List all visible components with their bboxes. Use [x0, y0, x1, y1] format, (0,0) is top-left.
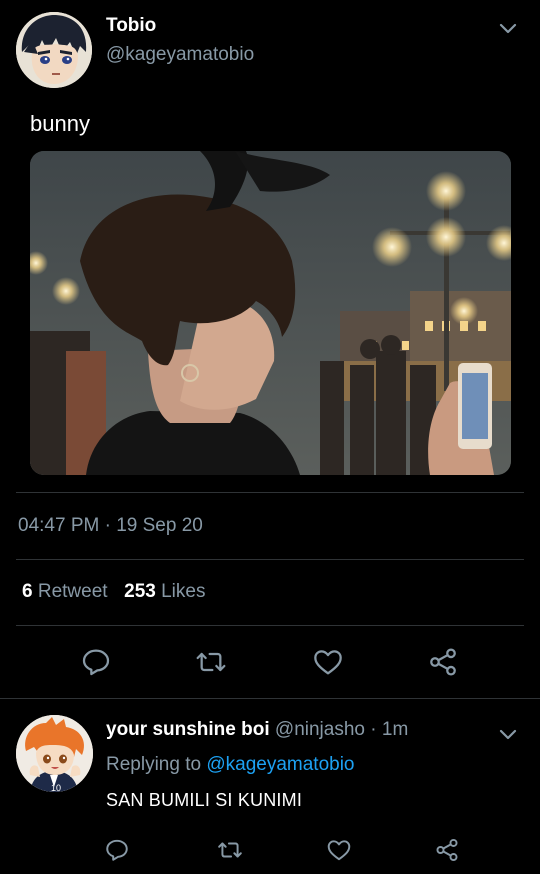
retweet-button[interactable]	[193, 644, 229, 680]
share-icon	[436, 838, 458, 862]
reply-author-handle[interactable]: @ninjasho	[275, 719, 365, 740]
tweet-header: Tobio @kageyamatobio	[0, 0, 540, 100]
avatar-illustration: 10	[16, 715, 93, 792]
avatar-illustration	[16, 12, 92, 88]
reply-share-button[interactable]	[430, 833, 464, 867]
retweet-count: 6	[22, 581, 33, 602]
share-icon	[430, 648, 456, 676]
replying-to-line: Replying to @kageyamatobio	[106, 754, 355, 776]
share-button[interactable]	[425, 644, 461, 680]
retweet-stat[interactable]: 6 Retweet	[22, 581, 113, 602]
reply-text: SAN BUMILI SI KUNIMI	[106, 790, 303, 810]
tweet-detail-screen: Tobio @kageyamatobio bunny 04:47 PM · 19…	[0, 0, 540, 874]
reply-header: your sunshine boi @ninjasho · 1m	[106, 719, 408, 741]
heart-icon	[314, 650, 342, 675]
reply-age: 1m	[381, 719, 409, 740]
author-handle[interactable]: @kageyamatobio	[106, 44, 254, 66]
author-name[interactable]: Tobio	[106, 15, 156, 37]
likes-stat[interactable]: 253 Likes	[124, 581, 205, 602]
reply-like-button[interactable]	[322, 833, 356, 867]
chevron-down-icon[interactable]	[496, 16, 520, 40]
tweet-time: 04:47 PM	[18, 515, 100, 536]
divider	[0, 698, 540, 699]
tweet-timestamp: 04:47 PM · 19 Sep 20	[18, 515, 203, 537]
tweet-text: bunny	[30, 111, 90, 136]
reply-separator: ·	[370, 719, 377, 740]
divider	[16, 492, 524, 493]
reply-avatar[interactable]: 10	[16, 715, 93, 792]
retweet-icon	[218, 842, 242, 858]
timestamp-separator: ·	[104, 515, 111, 536]
likes-count: 253	[124, 581, 156, 602]
heart-icon	[327, 840, 351, 861]
retweet-label: Retweet	[37, 581, 108, 602]
replying-prefix: Replying to	[106, 754, 202, 775]
photo-illustration	[30, 151, 511, 475]
retweet-icon	[196, 652, 226, 672]
likes-label: Likes	[161, 581, 206, 602]
reply-icon	[82, 649, 110, 676]
reply-button[interactable]	[78, 644, 114, 680]
replying-mention-link[interactable]: @kageyamatobio	[206, 754, 354, 775]
chevron-down-icon[interactable]	[496, 722, 520, 746]
tweet-stats: 6 Retweet 253 Likes	[22, 581, 205, 603]
reply-author-name[interactable]: your sunshine boi	[106, 719, 270, 740]
reply-icon	[106, 839, 128, 861]
svg-text:10: 10	[51, 783, 61, 792]
avatar[interactable]	[16, 12, 92, 88]
like-button[interactable]	[310, 644, 346, 680]
divider	[16, 559, 524, 560]
reply-retweet-button[interactable]	[213, 833, 247, 867]
tweet-date: 19 Sep 20	[116, 515, 203, 536]
reply-reply-button[interactable]	[100, 833, 134, 867]
tweet-photo[interactable]	[30, 151, 511, 475]
divider	[16, 625, 524, 626]
